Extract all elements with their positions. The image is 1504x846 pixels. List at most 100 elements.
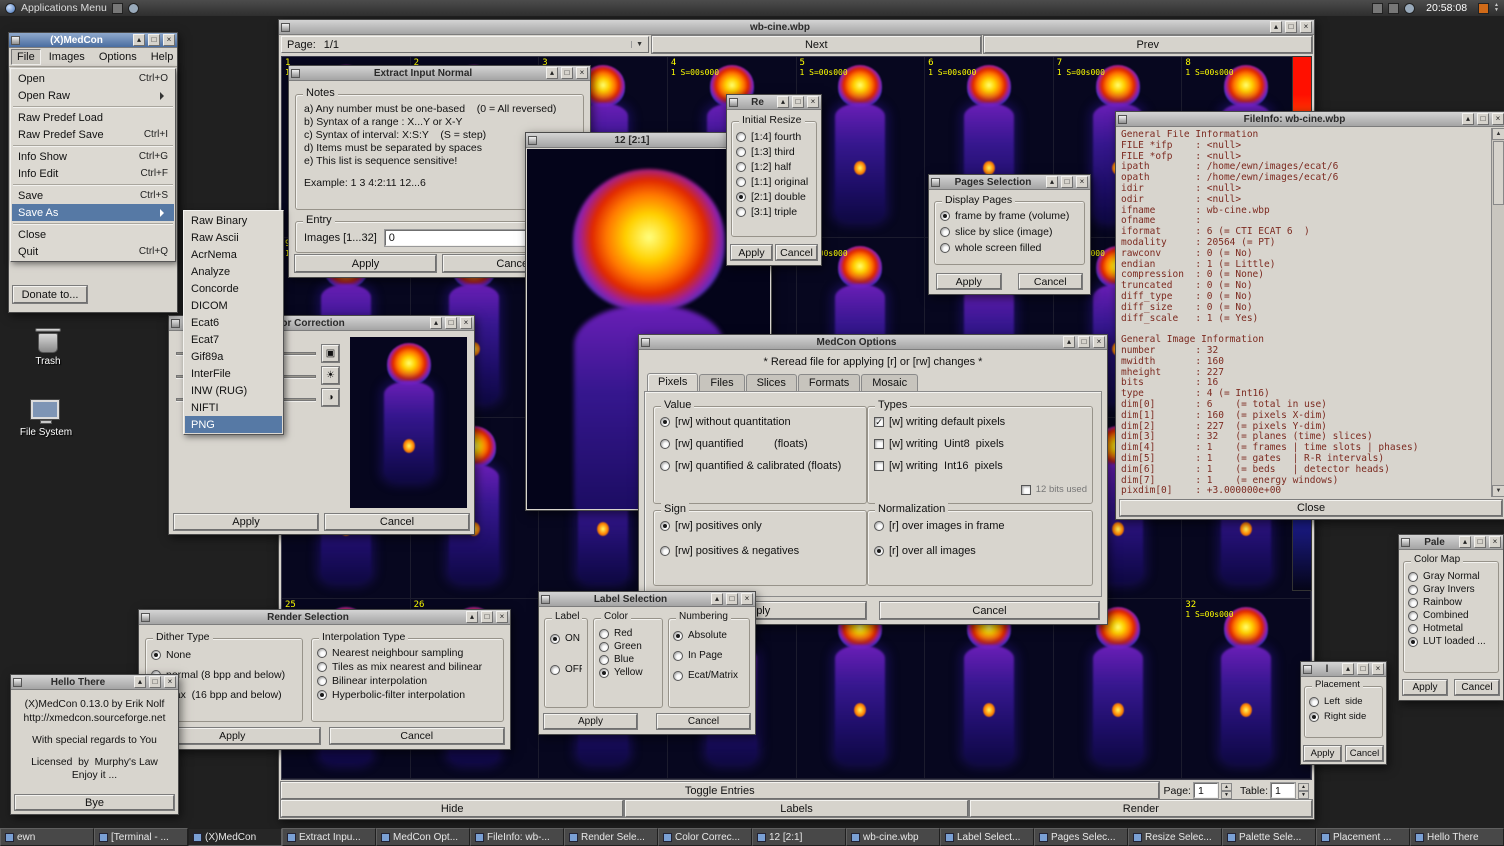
labels-button[interactable]: Labels	[625, 800, 967, 817]
shade-button[interactable]: ▴	[1462, 113, 1474, 125]
donate-button[interactable]: Donate to...	[13, 286, 87, 303]
menubar-item[interactable]: Images	[43, 49, 91, 65]
window-menu-icon[interactable]	[541, 595, 550, 604]
taskbar-item[interactable]: Label Select...	[940, 828, 1034, 846]
menubar-item[interactable]: Help	[145, 49, 180, 65]
radio-option[interactable]: Left side	[1309, 696, 1378, 707]
taskbar-item[interactable]: FileInfo: wb-...	[470, 828, 564, 846]
shade-button[interactable]: ▴	[1459, 536, 1471, 548]
radio-option[interactable]: [rw] quantified (floats)	[660, 438, 860, 450]
taskbar-item[interactable]: Resize Selec...	[1128, 828, 1222, 846]
radio-option[interactable]: [1:1] original	[736, 176, 812, 188]
menu-item[interactable]: Info Show Ctrl+G	[12, 148, 174, 165]
titlebar[interactable]: Label Selection ▴ □ ×	[539, 592, 755, 607]
radio-option[interactable]: [rw] positives & negatives	[660, 545, 860, 557]
tab[interactable]: Slices	[746, 374, 797, 391]
window-menu-icon[interactable]	[641, 338, 650, 347]
tab[interactable]: Mosaic	[861, 374, 918, 391]
trash-desktop-icon[interactable]: Trash	[16, 328, 80, 367]
table-spin-input[interactable]	[1271, 783, 1295, 798]
taskbar-item[interactable]: Placement ...	[1316, 828, 1410, 846]
spin-up-icon[interactable]: ▲	[1221, 783, 1232, 791]
titlebar[interactable]: FileInfo: wb-cine.wbp ▴ □ ×	[1116, 112, 1504, 127]
maximize-button[interactable]: □	[445, 317, 457, 329]
radio-option[interactable]: [r] over images in frame	[874, 520, 1086, 532]
launcher-icon[interactable]	[112, 3, 123, 14]
cancel-button[interactable]: Cancel	[1019, 274, 1083, 289]
shade-button[interactable]: ▴	[134, 676, 146, 688]
window-menu-icon[interactable]	[141, 613, 150, 622]
radio-option[interactable]: Nearest neighbour sampling	[317, 647, 498, 659]
maximize-button[interactable]: □	[1285, 21, 1297, 33]
maximize-button[interactable]: □	[149, 676, 161, 688]
menu-item[interactable]: PNG	[185, 416, 282, 433]
spin-down-icon[interactable]: ▼	[1298, 791, 1309, 799]
window-menu-icon[interactable]	[729, 98, 738, 107]
maximize-button[interactable]: □	[561, 67, 573, 79]
window-menu-icon[interactable]	[13, 678, 22, 687]
toggle-entries-button[interactable]: Toggle Entries	[281, 782, 1159, 799]
menu-item[interactable]: DICOM	[185, 297, 282, 314]
window-menu-icon[interactable]	[1118, 115, 1127, 124]
radio-option[interactable]: Yellow	[599, 667, 657, 678]
radio-option[interactable]: ON	[550, 633, 582, 644]
render-button[interactable]: Render	[970, 800, 1312, 817]
spin-down-icon[interactable]: ▼	[1221, 791, 1232, 799]
window-menu-icon[interactable]	[1401, 538, 1410, 547]
menu-item[interactable]: Analyze	[185, 263, 282, 280]
close-button[interactable]: ×	[576, 67, 588, 79]
cancel-button[interactable]: Cancel	[657, 714, 750, 729]
brightness-button[interactable]: ☀	[322, 367, 339, 384]
radio-option[interactable]: Blue	[599, 654, 657, 665]
menu-item[interactable]: Save As	[12, 204, 174, 221]
window-menu-icon[interactable]	[528, 136, 537, 145]
cancel-button[interactable]: Cancel	[330, 728, 505, 744]
radio-option[interactable]: whole screen filled	[940, 242, 1079, 254]
shade-button[interactable]: ▴	[133, 34, 145, 46]
radio-option[interactable]: In Page	[673, 650, 745, 661]
radio-option[interactable]: Tiles as mix nearest and bilinear	[317, 661, 498, 673]
shade-button[interactable]: ▴	[430, 317, 442, 329]
maximize-button[interactable]: □	[726, 593, 738, 605]
cancel-button[interactable]: Cancel	[880, 602, 1099, 619]
taskbar-item[interactable]: Palette Sele...	[1222, 828, 1316, 846]
menu-item[interactable]: NIFTI	[185, 399, 282, 416]
checkbox-option[interactable]: [w] writing default pixels	[874, 416, 1086, 428]
apply-button[interactable]: Apply	[174, 514, 318, 530]
notification-icon[interactable]	[1478, 3, 1489, 14]
radio-option[interactable]: [1:3] third	[736, 146, 812, 158]
contrast-button[interactable]: ◑	[322, 389, 339, 406]
menu-item[interactable]: Raw Predef Load	[12, 109, 174, 126]
taskbar-item[interactable]: ewn	[0, 828, 94, 846]
shade-button[interactable]: ▴	[546, 67, 558, 79]
maximize-button[interactable]: □	[1477, 113, 1489, 125]
apply-button[interactable]: Apply	[1304, 746, 1341, 761]
radio-option[interactable]: Combined	[1408, 610, 1494, 621]
menu-item[interactable]: Gif89a	[185, 348, 282, 365]
shade-button[interactable]: ▴	[711, 593, 723, 605]
titlebar[interactable]: (X)MedCon ▴ □ ×	[9, 33, 177, 48]
titlebar[interactable]: Render Selection ▴ □ ×	[139, 610, 510, 625]
titlebar[interactable]: Extract Input Normal ▴ □ ×	[289, 66, 590, 81]
bits-used-checkbox[interactable]: 12 bits used	[1021, 484, 1087, 495]
bye-button[interactable]: Bye	[15, 795, 174, 810]
close-button[interactable]: ×	[1372, 663, 1384, 675]
screenshot-icon[interactable]	[1388, 3, 1399, 14]
scan-cell[interactable]: 30 1 S=00s000	[925, 599, 1054, 780]
close-button[interactable]: ×	[807, 96, 819, 108]
radio-option[interactable]: Rainbow	[1408, 597, 1494, 608]
clipboard-icon[interactable]	[1372, 3, 1383, 14]
close-button[interactable]: ×	[1093, 336, 1105, 348]
radio-option[interactable]: Ecat/Matrix	[673, 670, 745, 681]
menubar-item[interactable]: File	[11, 49, 41, 65]
menu-item[interactable]: InterFile	[185, 365, 282, 382]
menu-item[interactable]: INW (RUG)	[185, 382, 282, 399]
search-icon[interactable]	[128, 3, 139, 14]
titlebar[interactable]: Pages Selection ▴ □ ×	[929, 175, 1090, 190]
radio-option[interactable]: [2:1] double	[736, 191, 812, 203]
maximize-button[interactable]: □	[1078, 336, 1090, 348]
close-button[interactable]: ×	[164, 676, 176, 688]
taskbar-item[interactable]: 12 [2:1]	[752, 828, 846, 846]
shade-button[interactable]: ▴	[1063, 336, 1075, 348]
radio-option[interactable]: LUT loaded ...	[1408, 636, 1494, 647]
